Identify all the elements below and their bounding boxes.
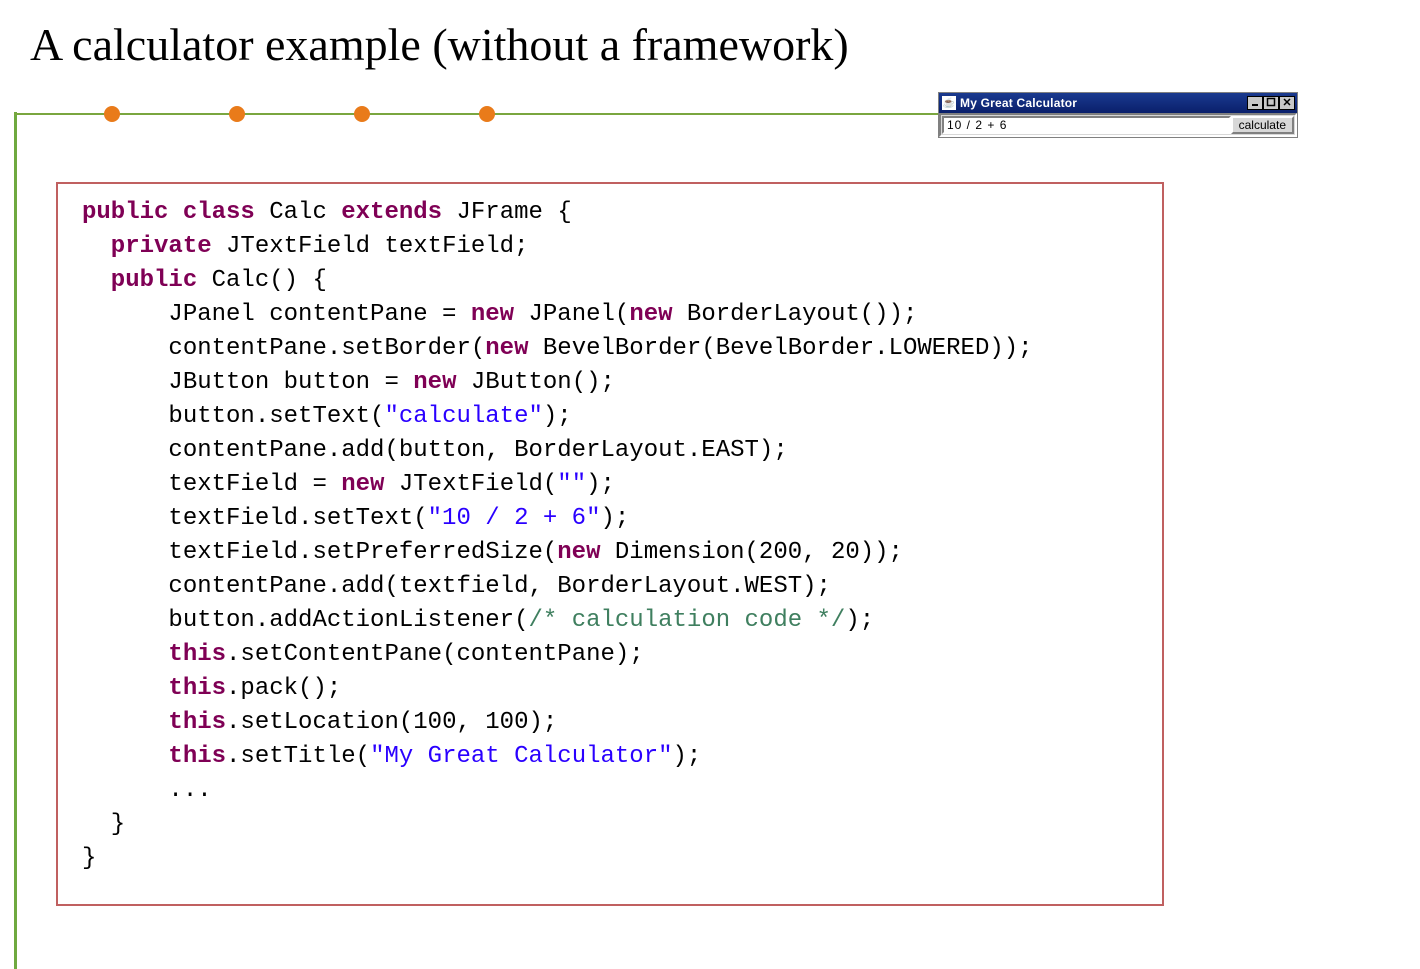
code-token: this [82, 675, 226, 702]
code-token: "10 / 2 + 6" [428, 505, 601, 532]
code-token: ); [543, 403, 572, 430]
code-token: .setTitle( [226, 743, 370, 770]
code-token: this [82, 641, 226, 668]
code-token: "" [557, 471, 586, 498]
code-token: public [82, 199, 168, 226]
code-token: class [168, 199, 254, 226]
code-token: contentPane.add(textfield, BorderLayout.… [82, 573, 831, 600]
code-token: button.addActionListener( [82, 607, 528, 634]
window-title: My Great Calculator [960, 96, 1243, 110]
code-token: new [413, 369, 456, 396]
slide-title: A calculator example (without a framewor… [30, 18, 849, 71]
code-token: BevelBorder(BevelBorder.LOWERED)); [528, 335, 1032, 362]
code-token: Calc() { [197, 267, 327, 294]
window-button-group [1247, 96, 1295, 110]
code-token: this [82, 709, 226, 736]
code-token: .setLocation(100, 100); [226, 709, 557, 736]
code-token: JTextField textField; [212, 233, 529, 260]
code-token: .setContentPane(contentPane); [226, 641, 644, 668]
code-token: } [82, 845, 96, 872]
code-token: textField.setText( [82, 505, 428, 532]
code-token: new [557, 539, 600, 566]
accent-dot [479, 106, 495, 122]
code-token: new [341, 471, 384, 498]
code-token: private [82, 233, 212, 260]
code-token: textField.setPreferredSize( [82, 539, 557, 566]
accent-dot [104, 106, 120, 122]
code-token: ); [845, 607, 874, 634]
code-token: JTextField( [384, 471, 557, 498]
accent-track-line [14, 113, 938, 115]
calculate-button[interactable]: calculate [1231, 116, 1294, 134]
code-token: BorderLayout()); [673, 301, 918, 328]
code-token: "calculate" [384, 403, 542, 430]
accent-vertical-line [14, 112, 17, 969]
code-token: JButton button = [82, 369, 413, 396]
code-token: JFrame { [442, 199, 572, 226]
code-token: JPanel( [514, 301, 629, 328]
code-token: new [485, 335, 528, 362]
window-titlebar[interactable]: ☕ My Great Calculator [939, 93, 1297, 113]
code-token: this [82, 743, 226, 770]
code-token: JPanel contentPane = [82, 301, 471, 328]
accent-dot [354, 106, 370, 122]
code-token: new [471, 301, 514, 328]
maximize-button[interactable] [1263, 96, 1279, 110]
code-token: extends [341, 199, 442, 226]
java-icon: ☕ [942, 96, 956, 110]
code-token: "My Great Calculator" [370, 743, 672, 770]
code-listing: public class Calc extends JFrame { priva… [56, 182, 1164, 906]
accent-horizontal-track [14, 110, 938, 114]
minimize-button[interactable] [1247, 96, 1263, 110]
expression-input[interactable] [942, 116, 1231, 134]
code-token: ); [673, 743, 702, 770]
code-token: } [82, 811, 125, 838]
close-button[interactable] [1279, 96, 1295, 110]
code-token: ); [586, 471, 615, 498]
window-client-area: calculate [939, 113, 1297, 137]
code-token: .pack(); [226, 675, 341, 702]
calculator-window: ☕ My Great Calculator calculate [938, 92, 1298, 138]
code-token: button.setText( [82, 403, 384, 430]
code-token: ); [600, 505, 629, 532]
code-token: Dimension(200, 20)); [601, 539, 903, 566]
code-token: textField = [82, 471, 341, 498]
code-token: contentPane.add(button, BorderLayout.EAS… [82, 437, 788, 464]
code-token: contentPane.setBorder( [82, 335, 485, 362]
code-token: Calc [255, 199, 341, 226]
code-token: public [82, 267, 197, 294]
code-token: JButton(); [456, 369, 614, 396]
code-token: new [629, 301, 672, 328]
code-token: /* calculation code */ [528, 607, 845, 634]
accent-dot [229, 106, 245, 122]
code-token: ... [82, 777, 212, 804]
